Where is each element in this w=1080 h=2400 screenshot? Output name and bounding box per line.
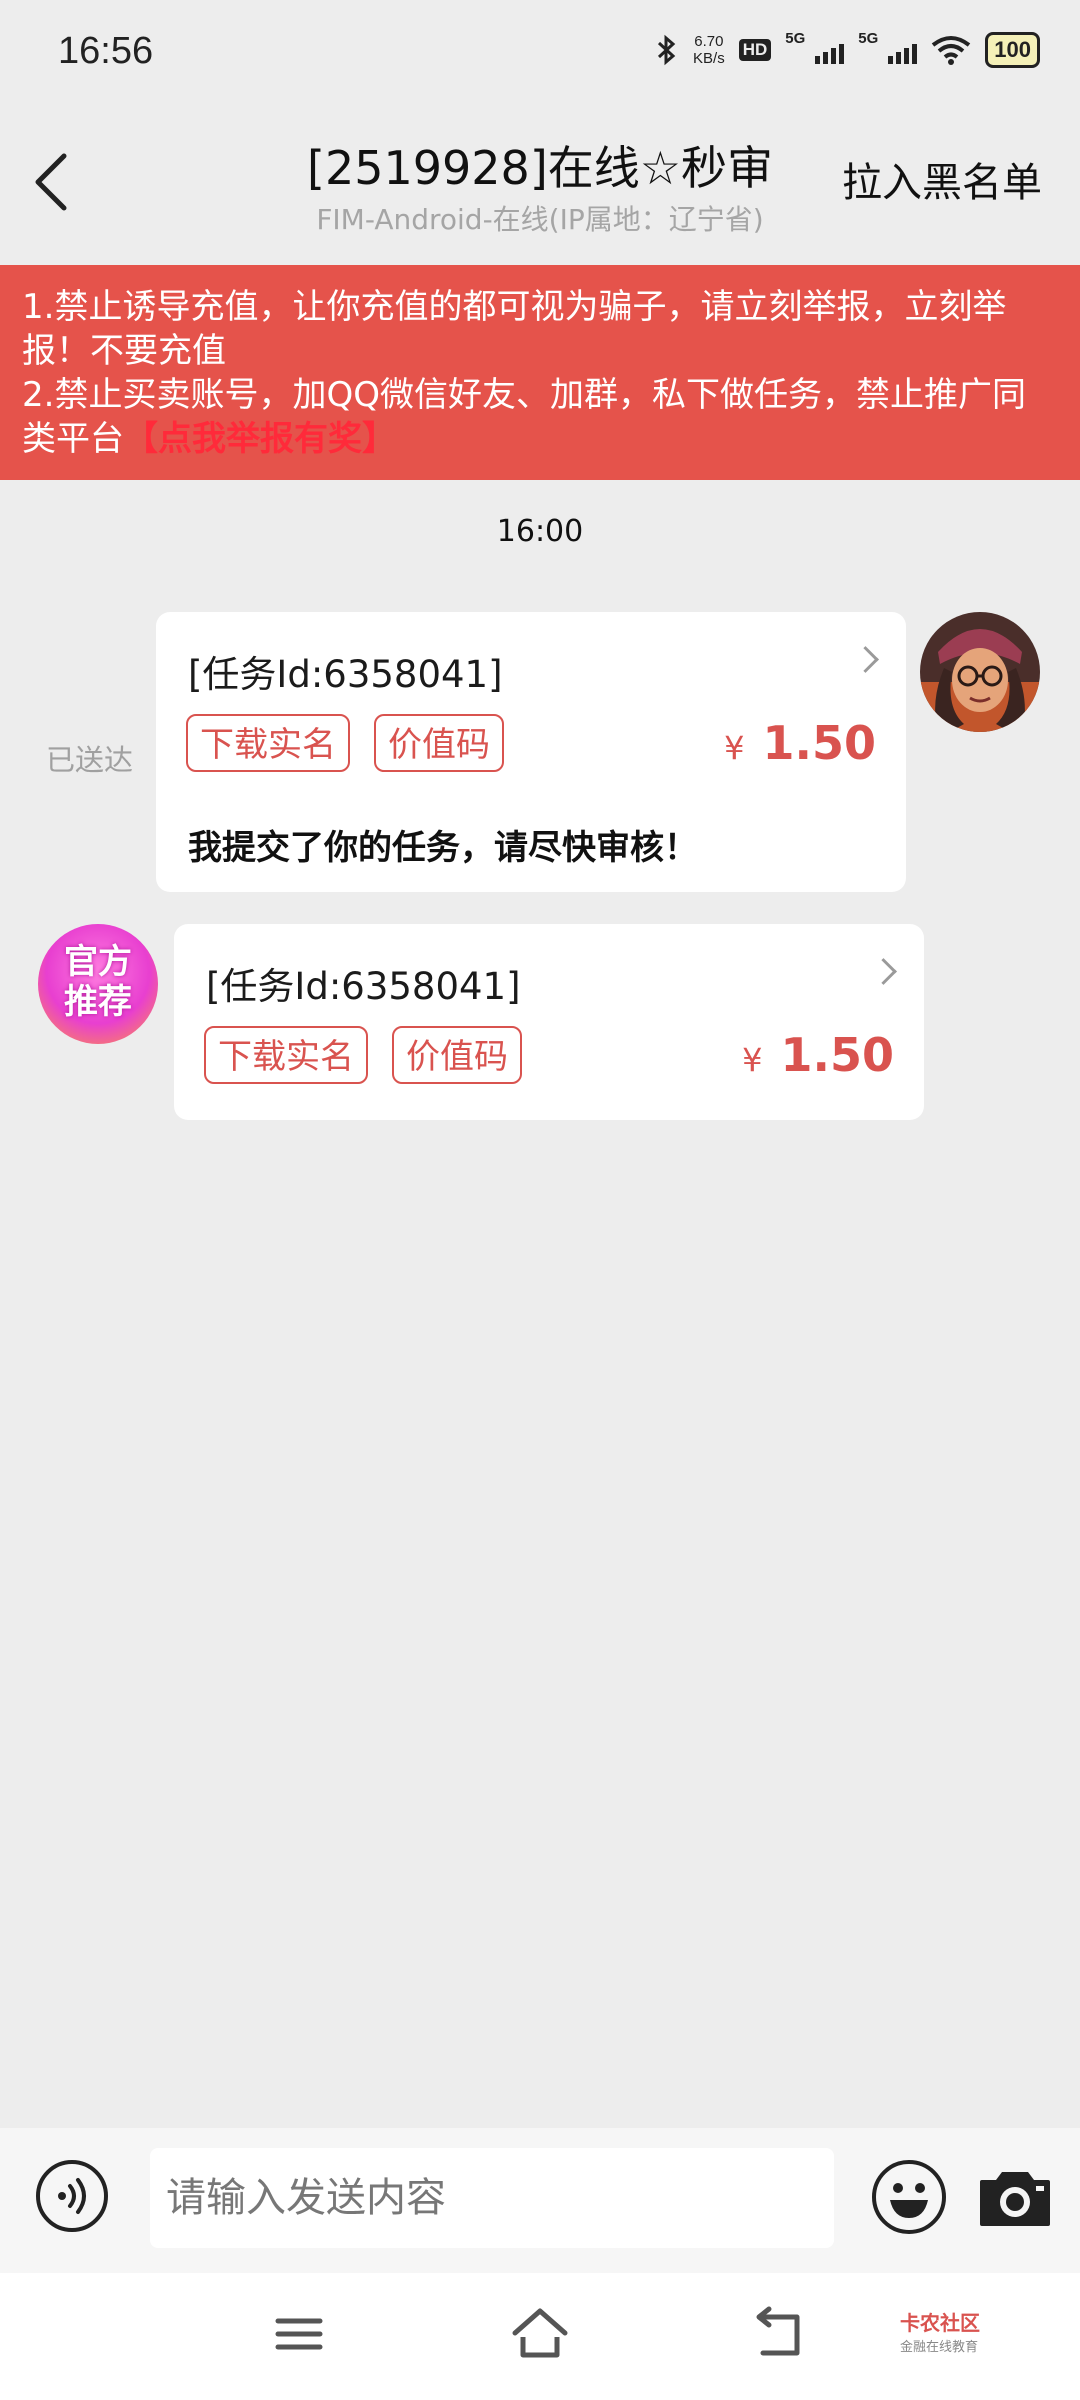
battery-icon: 100 bbox=[985, 32, 1040, 68]
net-speed-value: 6.70 bbox=[694, 33, 724, 50]
chevron-right-icon bbox=[870, 958, 897, 985]
status-bar: 16:56 6.70 KB/s HD 5G 5G 100 bbox=[0, 0, 1080, 110]
menu-icon bbox=[275, 2318, 323, 2350]
task-id: [任务Id:6358041] bbox=[206, 965, 521, 1008]
price-value: 1.50 bbox=[762, 716, 877, 770]
task-id: [任务Id:6358041] bbox=[188, 653, 503, 696]
wifi-icon bbox=[932, 36, 971, 65]
camera-button[interactable] bbox=[978, 2164, 1052, 2228]
hd-icon: HD bbox=[738, 39, 772, 61]
menu-button[interactable] bbox=[264, 2299, 334, 2369]
official-recommend-avatar[interactable]: 官方 推荐 bbox=[38, 924, 158, 1044]
watermark: 卡农社区 金融在线教育 bbox=[900, 2307, 980, 2355]
task-price: ¥1.50 bbox=[742, 1028, 894, 1082]
chevron-right-icon bbox=[852, 646, 879, 673]
net-speed: 6.70 KB/s bbox=[693, 33, 725, 67]
user-avatar[interactable] bbox=[920, 612, 1040, 732]
home-icon bbox=[512, 2308, 568, 2358]
warning-line-2: 2.禁止买卖账号，加QQ微信好友、加群，私下做任务，禁止推广同类平台【点我举报有… bbox=[22, 373, 1058, 461]
voice-button[interactable] bbox=[36, 2160, 108, 2232]
report-link[interactable]: 【点我举报有奖】 bbox=[124, 419, 396, 459]
blacklist-button[interactable]: 拉入黑名单 bbox=[842, 150, 1042, 208]
status-time: 16:56 bbox=[58, 30, 154, 72]
watermark-sub: 金融在线教育 bbox=[900, 2340, 979, 2355]
currency-symbol: ¥ bbox=[724, 729, 745, 767]
home-button[interactable] bbox=[505, 2299, 575, 2369]
currency-symbol: ¥ bbox=[742, 1041, 763, 1079]
message-text: 我提交了你的任务，请尽快审核！ bbox=[188, 828, 698, 868]
warning-banner: 1.禁止诱导充值，让你充值的都可视为骗子，请立刻举报，立刻举报！不要充值 2.禁… bbox=[0, 265, 1080, 480]
back-nav-icon bbox=[756, 2306, 800, 2356]
tag-value-code: 价值码 bbox=[392, 1026, 522, 1084]
tag-value-code: 价值码 bbox=[374, 714, 504, 772]
task-price: ¥1.50 bbox=[724, 716, 876, 770]
tag-download-realname: 下载实名 bbox=[204, 1026, 368, 1084]
watermark-name: 卡农社区 bbox=[900, 2311, 980, 2335]
price-value: 1.50 bbox=[780, 1028, 895, 1082]
avatar-text-line-1: 官方 bbox=[64, 942, 132, 982]
back-nav-button[interactable] bbox=[745, 2299, 815, 2369]
avatar-image bbox=[920, 612, 1040, 732]
warning-line-1: 1.禁止诱导充值，让你充值的都可视为骗子，请立刻举报，立刻举报！不要充值 bbox=[22, 287, 1007, 371]
signal-icon-sim1: 5G bbox=[785, 30, 845, 64]
avatar-text-line-2: 推荐 bbox=[64, 982, 132, 1022]
status-icons: 6.70 KB/s HD 5G 5G 100 bbox=[655, 30, 1040, 68]
voice-icon bbox=[58, 2178, 86, 2214]
chat-header: [2519928]在线☆秒审 FIM-Android-在线(IP属地：辽宁省) … bbox=[0, 110, 1080, 265]
net-speed-unit: KB/s bbox=[693, 50, 725, 67]
bluetooth-icon bbox=[658, 34, 676, 66]
emoji-icon bbox=[890, 2183, 928, 2218]
input-bar bbox=[0, 2128, 1080, 2273]
sim1-label: 5G bbox=[785, 30, 806, 47]
emoji-button[interactable] bbox=[872, 2160, 946, 2234]
task-card-received[interactable]: [任务Id:6358041] 下载实名 价值码 ¥1.50 bbox=[174, 924, 924, 1120]
camera-icon bbox=[980, 2172, 1050, 2226]
signal-icon-sim2: 5G bbox=[858, 30, 918, 64]
message-input[interactable] bbox=[150, 2148, 834, 2248]
delivery-status: 已送达 bbox=[46, 743, 134, 777]
chat-timestamp: 16:00 bbox=[496, 514, 584, 549]
task-card-sent[interactable]: [任务Id:6358041] 下载实名 价值码 ¥1.50 我提交了你的任务，请… bbox=[156, 612, 906, 892]
sim2-label: 5G bbox=[858, 30, 879, 47]
tag-download-realname: 下载实名 bbox=[186, 714, 350, 772]
system-nav-bar: 卡农社区 金融在线教育 bbox=[0, 2273, 1080, 2400]
